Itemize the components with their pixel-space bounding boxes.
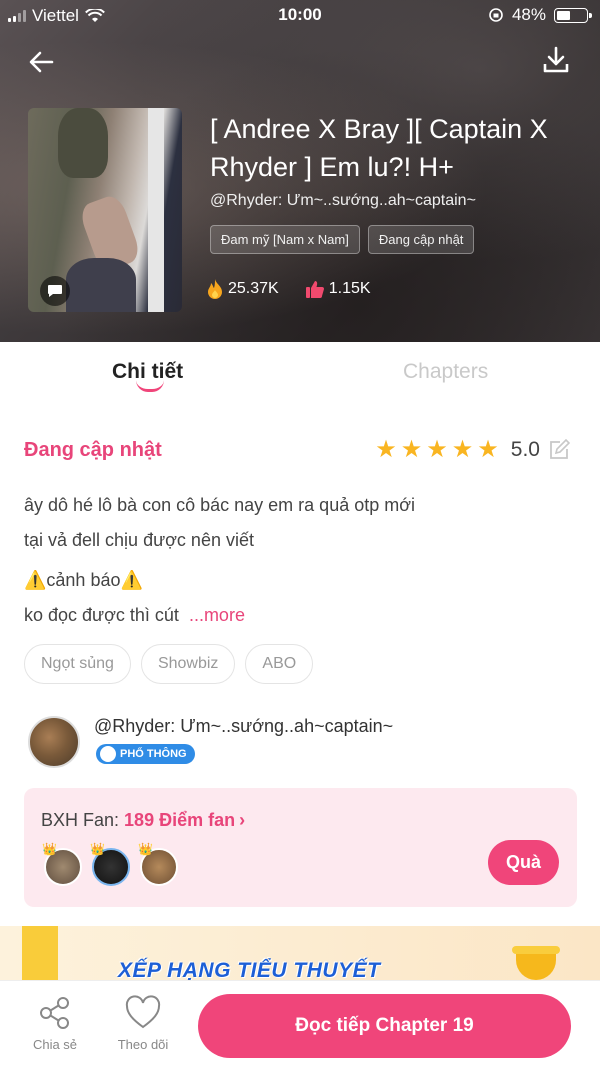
download-button[interactable]	[540, 44, 572, 76]
member-badge: PHỔ THÔNG	[96, 744, 195, 764]
crown-icon: 👑	[42, 842, 57, 856]
share-label: Chia sẻ	[32, 1037, 78, 1052]
bottom-action-bar: Chia sẻ Theo dõi Đọc tiếp Chapter 19	[0, 980, 600, 1067]
description-last-line: ko đọc được thì cút ...more	[24, 600, 574, 635]
star-icon: ★	[451, 436, 474, 463]
story-header: Viettel 10:00 48% [Andree X Bray][Cap…	[0, 0, 600, 342]
crown-icon: 👑	[90, 842, 105, 856]
views-stat: 25.37K	[206, 278, 279, 300]
back-button[interactable]	[24, 44, 60, 80]
continue-reading-button[interactable]: Đọc tiếp Chapter 19	[198, 994, 571, 1058]
likes-stat: 1.15K	[305, 278, 371, 300]
follow-button[interactable]: Theo dõi	[108, 995, 178, 1052]
tab-bar: Chi tiết Chapters	[0, 342, 600, 408]
battery-icon	[554, 7, 592, 23]
genre-chip[interactable]: Đam mỹ [Nam x Nam]	[210, 225, 360, 254]
star-icon: ★	[375, 436, 397, 463]
story-title: [ Andree X Bray ][ Captain X Rhyder ] Em…	[210, 114, 548, 182]
battery-level	[557, 10, 571, 20]
author-name[interactable]: @Rhyder: Ưm~..sướng..ah~captain~	[94, 716, 393, 737]
star-icon: ★	[426, 436, 448, 463]
edit-icon[interactable]	[548, 439, 570, 461]
likes-count: 1.15K	[328, 280, 371, 297]
chat-bubble-icon	[48, 285, 62, 297]
fan-points: 189 Điểm fan	[124, 810, 236, 830]
crown-icon: 👑	[138, 842, 153, 856]
more-link[interactable]: ...more	[189, 605, 245, 625]
badge-icon	[100, 746, 116, 762]
description-line: tại vả đell chịu được nên viết	[24, 530, 254, 550]
author-card[interactable]: @Rhyder: Ưm~..sướng..ah~captain~ PHỔ THÔ…	[28, 714, 578, 770]
genre-chips: Đam mỹ [Nam x Nam] Đang cập nhật	[210, 225, 475, 254]
fan-ranking-card: BXH Fan: 189 Điểm fan › 👑 👑 👑 Quà	[24, 788, 577, 907]
story-author[interactable]: @Rhyder: Ưm~..sướng..ah~captain~	[210, 192, 476, 210]
story-stats: 25.37K 1.15K	[206, 278, 371, 300]
follow-label: Theo dõi	[117, 1037, 169, 1052]
chevron-right-icon: ›	[239, 810, 246, 830]
comment-button[interactable]	[40, 276, 70, 306]
tag-list: Ngọt sủng Showbiz ABO	[24, 644, 314, 684]
tab-chapters[interactable]: Chapters	[403, 360, 488, 384]
back-arrow-icon	[29, 51, 54, 73]
views-count: 25.37K	[228, 280, 279, 297]
rating-score: 5.0	[510, 438, 540, 461]
share-icon	[40, 997, 69, 1029]
fan-avatar[interactable]: 👑	[42, 842, 82, 886]
fan-avatar[interactable]: 👑	[138, 842, 178, 886]
tag-chip[interactable]: Showbiz	[140, 644, 236, 684]
fan-ranking-link[interactable]: BXH Fan: 189 Điểm fan ›	[41, 810, 245, 831]
rating[interactable]: ★ ★ ★ ★ ★ 5.0	[375, 438, 570, 462]
ranking-banner[interactable]: XẾP HẠNG TIỂU THUYẾT	[0, 926, 600, 986]
download-icon	[543, 46, 569, 73]
fan-avatar[interactable]: 👑	[90, 842, 130, 886]
banner-decoration	[22, 926, 58, 986]
star-icon: ★	[400, 436, 423, 463]
status-bar: Viettel 10:00 48%	[0, 0, 600, 32]
badge-label: PHỔ THÔNG	[120, 748, 187, 760]
star-icon: ★	[477, 436, 499, 463]
update-status: Đang cập nhật	[24, 439, 162, 461]
tag-chip[interactable]: Ngọt sủng	[24, 644, 131, 684]
status-right: 48%	[488, 5, 592, 25]
orientation-lock-icon	[489, 8, 503, 22]
thumbs-up-icon	[305, 281, 324, 298]
tag-chip[interactable]: ABO	[245, 644, 314, 684]
avatar[interactable]	[28, 716, 80, 768]
description-line: ko đọc được thì cút	[24, 605, 179, 625]
description-line: ⚠️cảnh báo⚠️	[24, 570, 143, 590]
heart-icon	[125, 995, 161, 1029]
battery-percent: 48%	[511, 5, 546, 24]
description-line: ây dô hé lô bà con cô bác nay em ra quả …	[24, 495, 416, 515]
story-description: ây dô hé lô bà con cô bác nay em ra quả …	[24, 490, 574, 635]
top-fans: 👑 👑 👑	[42, 842, 178, 886]
fan-ranking-label: BXH Fan:	[41, 810, 120, 830]
gift-button[interactable]: Quà	[487, 840, 559, 885]
fire-icon	[208, 279, 222, 299]
share-button[interactable]: Chia sẻ	[20, 995, 90, 1052]
status-chip: Đang cập nhật	[367, 225, 475, 254]
